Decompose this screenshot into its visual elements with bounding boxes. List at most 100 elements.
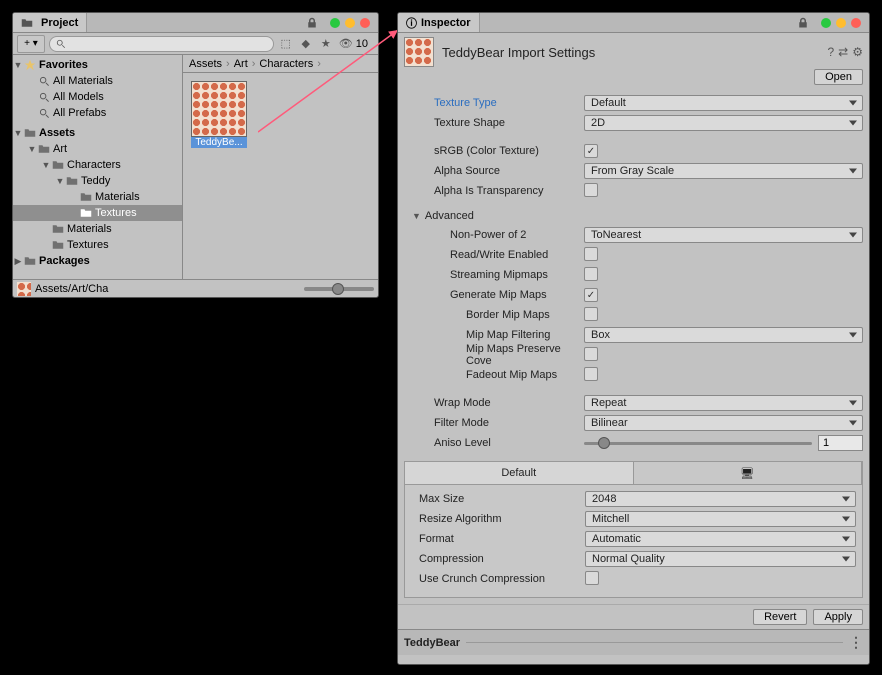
thumb-size-slider[interactable] xyxy=(304,287,374,291)
filter-select[interactable]: Bilinear xyxy=(584,415,863,431)
preview-name: TeddyBear xyxy=(404,637,460,649)
art-textures-folder[interactable]: Textures xyxy=(67,239,109,251)
filter-type-button[interactable]: ⬚ xyxy=(278,36,294,52)
crunch-checkbox[interactable] xyxy=(585,571,599,585)
preview-bar[interactable]: TeddyBear ⋮ xyxy=(398,629,869,655)
format-select[interactable]: Automatic xyxy=(585,531,856,547)
project-tab[interactable]: Project xyxy=(13,13,87,32)
folder-icon xyxy=(38,143,50,155)
texture-type-label: Texture Type xyxy=(404,97,584,109)
preserve-checkbox[interactable] xyxy=(584,347,598,361)
crumb-art[interactable]: Art xyxy=(234,58,248,70)
srgb-checkbox[interactable] xyxy=(584,144,598,158)
folder-icon xyxy=(80,207,92,219)
fav-all-models[interactable]: All Models xyxy=(53,91,104,103)
search-input[interactable] xyxy=(49,36,274,52)
texture-shape-label: Texture Shape xyxy=(404,117,584,129)
alpha-trans-checkbox[interactable] xyxy=(584,183,598,197)
project-footer: Assets/Art/Cha xyxy=(13,279,378,297)
packages-folder[interactable]: Packages xyxy=(39,255,90,267)
texture-type-select[interactable]: Default xyxy=(584,95,863,111)
assets-folder[interactable]: Assets xyxy=(39,127,75,139)
npot-label: Non-Power of 2 xyxy=(404,229,584,241)
mipfilt-label: Mip Map Filtering xyxy=(404,329,584,341)
max-button[interactable] xyxy=(345,18,355,28)
page-title: TeddyBear Import Settings xyxy=(442,45,827,60)
alpha-trans-label: Alpha Is Transparency xyxy=(404,185,584,197)
fav-all-prefabs[interactable]: All Prefabs xyxy=(53,107,106,119)
footer-preview-icon xyxy=(17,282,31,296)
maxsize-select[interactable]: 2048 xyxy=(585,491,856,507)
wrap-select[interactable]: Repeat xyxy=(584,395,863,411)
platform-tab-default[interactable]: Default xyxy=(405,462,634,484)
folder-icon xyxy=(24,127,36,139)
texture-preview xyxy=(192,82,246,136)
border-checkbox[interactable] xyxy=(584,307,598,321)
art-folder[interactable]: Art xyxy=(53,143,67,155)
aniso-label: Aniso Level xyxy=(404,437,584,449)
materials-folder[interactable]: Materials xyxy=(95,191,140,203)
monitor-icon: 🖥 xyxy=(740,467,754,480)
favorites-header[interactable]: Favorites xyxy=(39,59,88,71)
hidden-button[interactable]: 👁 xyxy=(338,36,354,52)
close-button[interactable] xyxy=(360,18,370,28)
genmip-checkbox[interactable] xyxy=(584,288,598,302)
characters-folder[interactable]: Characters xyxy=(67,159,121,171)
footer-path: Assets/Art/Cha xyxy=(35,283,108,295)
fadeout-checkbox[interactable] xyxy=(584,367,598,381)
preserve-label: Mip Maps Preserve Cove xyxy=(404,343,584,367)
inspector-panel: ⓘ Inspector TeddyBear Import Settings ? … xyxy=(397,12,870,665)
create-button[interactable]: + ▾ xyxy=(17,35,45,53)
art-materials-folder[interactable]: Materials xyxy=(67,223,112,235)
info-icon: ⓘ xyxy=(406,15,417,31)
apply-button[interactable]: Apply xyxy=(813,609,863,625)
help-icon[interactable]: ? xyxy=(827,45,834,59)
filter-label: Filter Mode xyxy=(404,417,584,429)
divider xyxy=(466,642,843,643)
resize-select[interactable]: Mitchell xyxy=(585,511,856,527)
aniso-slider[interactable] xyxy=(584,442,812,445)
compression-select[interactable]: Normal Quality xyxy=(585,551,856,567)
crumb-assets[interactable]: Assets xyxy=(189,58,222,70)
lock-icon[interactable] xyxy=(797,17,809,29)
revert-button[interactable]: Revert xyxy=(753,609,807,625)
folder-icon xyxy=(52,223,64,235)
close-button[interactable] xyxy=(851,18,861,28)
fav-all-materials[interactable]: All Materials xyxy=(53,75,113,87)
settings-icon[interactable]: ⚙ xyxy=(852,45,863,59)
open-button[interactable]: Open xyxy=(814,69,863,85)
min-button[interactable] xyxy=(821,18,831,28)
mipfilt-select[interactable]: Box xyxy=(584,327,863,343)
platform-tab-standalone[interactable]: 🖥 xyxy=(634,462,863,484)
advanced-foldout[interactable]: ▼Advanced xyxy=(404,207,863,225)
inspector-tab[interactable]: ⓘ Inspector xyxy=(398,13,480,32)
lock-icon[interactable] xyxy=(306,17,318,29)
hidden-count: 10 xyxy=(356,38,368,50)
filter-label-button[interactable]: ◆ xyxy=(298,36,314,52)
presets-icon[interactable]: ⇄ xyxy=(838,45,848,59)
asset-thumbnail[interactable]: TeddyBe... xyxy=(191,81,247,148)
rw-checkbox[interactable] xyxy=(584,247,598,261)
search-icon xyxy=(39,108,50,119)
texture-shape-select[interactable]: 2D xyxy=(584,115,863,131)
preview-menu-icon[interactable]: ⋮ xyxy=(849,634,863,651)
project-titlebar: Project xyxy=(13,13,378,33)
favorite-button[interactable]: ★ xyxy=(318,36,334,52)
alpha-source-select[interactable]: From Gray Scale xyxy=(584,163,863,179)
format-label: Format xyxy=(411,533,585,545)
npot-select[interactable]: ToNearest xyxy=(584,227,863,243)
min-button[interactable] xyxy=(330,18,340,28)
breadcrumb: Assets› Art› Characters› xyxy=(183,55,378,73)
asset-grid[interactable]: TeddyBe... xyxy=(183,73,378,279)
project-tree[interactable]: ▼Favorites All Materials All Models All … xyxy=(13,55,183,279)
teddy-folder[interactable]: Teddy xyxy=(81,175,110,187)
streaming-checkbox[interactable] xyxy=(584,267,598,281)
aniso-input[interactable] xyxy=(818,435,863,451)
wrap-label: Wrap Mode xyxy=(404,397,584,409)
textures-folder[interactable]: Textures xyxy=(95,207,137,219)
inspector-titlebar: ⓘ Inspector xyxy=(398,13,869,33)
max-button[interactable] xyxy=(836,18,846,28)
star-icon xyxy=(24,59,36,71)
crumb-characters[interactable]: Characters xyxy=(259,58,313,70)
inspector-tab-label: Inspector xyxy=(421,17,471,29)
